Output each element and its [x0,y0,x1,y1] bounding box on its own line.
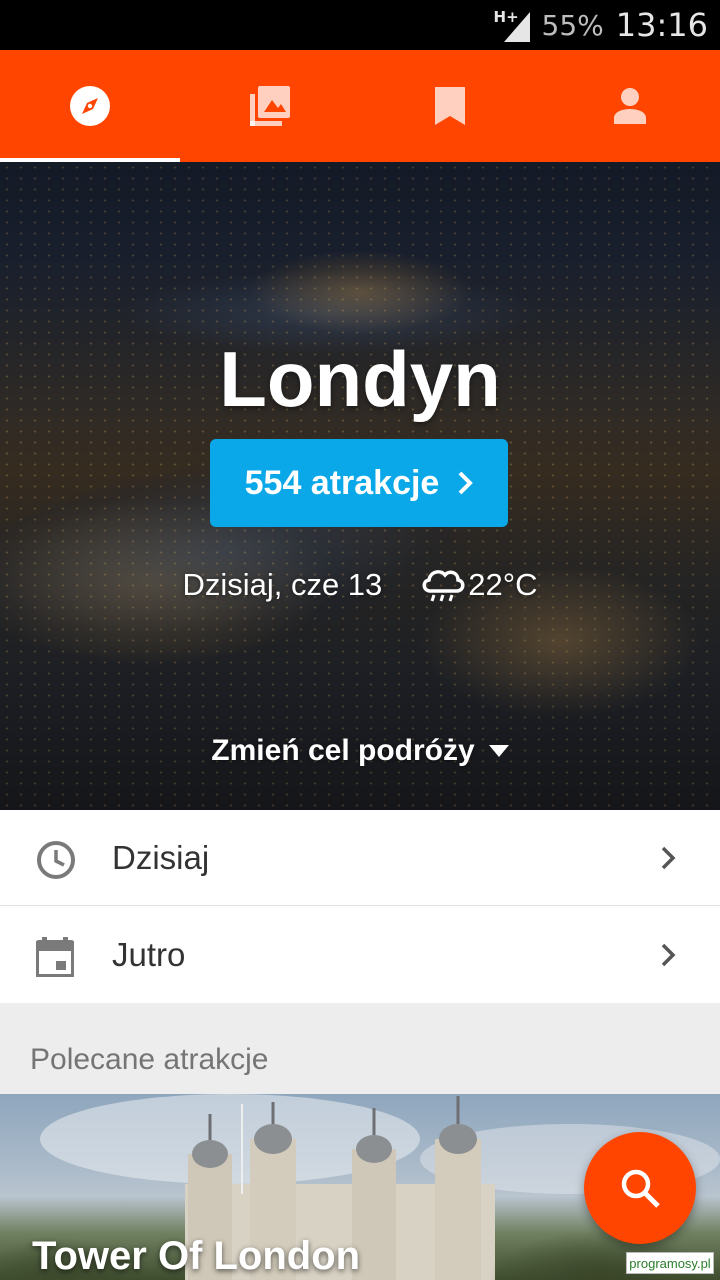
tomorrow-label: Jutro [112,936,186,973]
battery-level: 55% [541,8,604,42]
signal-icon [503,12,530,42]
featured-attraction-name: Tower Of London [32,1234,361,1278]
change-destination-button[interactable]: Zmień cel podróży [0,734,720,768]
chevron-right-icon [661,943,676,967]
temperature: 22°C [468,567,538,602]
current-date: Dzisiaj, cze 13 [182,567,383,602]
calendar-icon [36,937,74,977]
chevron-right-icon [661,846,676,870]
attractions-button-label: 554 atrakcje [244,463,440,502]
clock-icon [37,841,75,879]
recommended-section: Polecane atrakcje [0,1003,720,1094]
tab-explore[interactable] [0,50,180,162]
weather: 22°C [420,567,538,603]
network-indicator: H+ [494,8,530,42]
status-bar: H+ 55% 13:16 [0,0,720,50]
attractions-button[interactable]: 554 atrakcje [210,439,508,527]
destination-hero: Londyn 554 atrakcje Dzisiaj, cze 13 22°C… [0,162,720,810]
watermark: programosy.pl [626,1252,714,1274]
tomorrow-row[interactable]: Jutro [0,907,720,1003]
tab-profile[interactable] [540,50,720,162]
today-label: Dzisiaj [112,838,210,876]
weather-row: Dzisiaj, cze 13 22°C [0,567,720,603]
search-icon [621,1169,660,1208]
today-row[interactable]: Dzisiaj [0,810,720,906]
photo-library-icon [250,86,290,126]
compass-icon [70,86,110,126]
section-title: Polecane atrakcje [30,1043,269,1076]
tab-saved[interactable] [360,50,540,162]
bookmark-icon [435,87,465,125]
city-title: Londyn [219,335,501,423]
dropdown-arrow-icon [488,745,509,757]
clock: 13:16 [615,6,708,44]
person-icon [614,88,646,124]
cloud-rain-icon [422,570,465,602]
tab-gallery[interactable] [180,50,360,162]
status-right: H+ 55% 13:16 [494,0,708,50]
tab-bar [0,50,720,162]
chevron-right-icon [458,471,474,495]
change-destination-label: Zmień cel podróży [211,734,475,767]
search-fab[interactable] [584,1132,696,1244]
